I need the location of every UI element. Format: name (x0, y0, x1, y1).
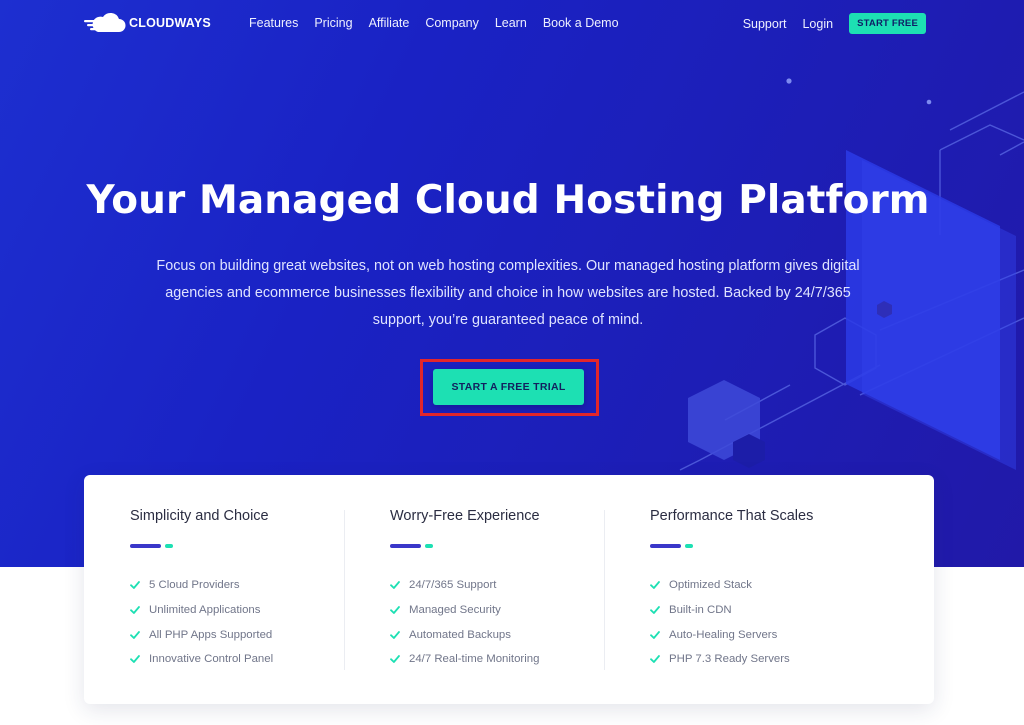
brand-logo[interactable]: CLOUDWAYS (84, 12, 211, 34)
feature-item-label: PHP 7.3 Ready Servers (669, 653, 790, 666)
list-item: Innovative Control Panel (130, 647, 273, 672)
check-icon (130, 655, 140, 664)
nav-link-pricing[interactable]: Pricing (314, 16, 352, 30)
check-icon (650, 630, 660, 639)
nav-link-company[interactable]: Company (425, 16, 479, 30)
login-link[interactable]: Login (802, 17, 833, 31)
nav-links: Features Pricing Affiliate Company Learn… (249, 16, 635, 30)
title-underline (130, 544, 161, 548)
nav-right: Support Login START FREE (743, 13, 926, 34)
feature-title: Worry-Free Experience (390, 508, 540, 524)
check-icon (390, 655, 400, 664)
feature-item-label: Auto-Healing Servers (669, 628, 778, 641)
feature-item-label: Built-in CDN (669, 604, 732, 617)
list-item: 24/7 Real-time Monitoring (390, 647, 539, 672)
feature-item-label: Managed Security (409, 604, 501, 617)
nav-link-learn[interactable]: Learn (495, 16, 527, 30)
start-free-button[interactable]: START FREE (849, 13, 926, 34)
nav-link-book-demo[interactable]: Book a Demo (543, 16, 619, 30)
column-divider (344, 510, 345, 670)
nav-link-features[interactable]: Features (249, 16, 298, 30)
feature-item-label: 24/7/365 Support (409, 579, 497, 592)
check-icon (130, 581, 140, 590)
list-item: Automated Backups (390, 622, 539, 647)
feature-title: Performance That Scales (650, 508, 814, 524)
list-item: Built-in CDN (650, 598, 790, 623)
check-icon (650, 581, 660, 590)
feature-item-label: All PHP Apps Supported (149, 628, 273, 641)
list-item: Managed Security (390, 598, 539, 623)
feature-item-label: 24/7 Real-time Monitoring (409, 653, 540, 666)
hero-title: Your Managed Cloud Hosting Platform (86, 178, 930, 223)
list-item: 24/7/365 Support (390, 573, 539, 598)
list-item: All PHP Apps Supported (130, 622, 273, 647)
list-item: 5 Cloud Providers (130, 573, 273, 598)
column-divider (604, 510, 605, 670)
list-item: Unlimited Applications (130, 598, 273, 623)
title-underline (650, 544, 681, 548)
feature-title: Simplicity and Choice (130, 508, 269, 524)
feature-item-label: 5 Cloud Providers (149, 579, 240, 592)
check-icon (650, 655, 660, 664)
title-underline-accent (685, 544, 693, 548)
check-icon (390, 630, 400, 639)
nav-link-affiliate[interactable]: Affiliate (369, 16, 410, 30)
check-icon (130, 630, 140, 639)
title-underline-accent (425, 544, 433, 548)
feature-item-label: Innovative Control Panel (149, 653, 274, 666)
features-card: Simplicity and Choice 5 Cloud Providers … (84, 475, 934, 704)
list-item: Optimized Stack (650, 573, 790, 598)
feature-item-label: Automated Backups (409, 628, 511, 641)
check-icon (650, 606, 660, 614)
title-underline (390, 544, 421, 548)
start-free-trial-button[interactable]: START A FREE TRIAL (433, 369, 584, 405)
list-item: Auto-Healing Servers (650, 622, 790, 647)
feature-list: Optimized Stack Built-in CDN Auto-Healin… (650, 573, 790, 672)
cloudways-logo-icon (84, 12, 126, 33)
title-underline-accent (165, 544, 173, 548)
list-item: PHP 7.3 Ready Servers (650, 647, 790, 672)
check-icon (390, 581, 400, 590)
check-icon (130, 606, 140, 614)
feature-list: 5 Cloud Providers Unlimited Applications… (130, 573, 273, 672)
feature-list: 24/7/365 Support Managed Security Automa… (390, 573, 539, 672)
hero-subtitle: Focus on building great websites, not on… (156, 258, 860, 328)
top-nav: CLOUDWAYS Features Pricing Affiliate Com… (0, 0, 1024, 48)
feature-item-label: Unlimited Applications (149, 604, 261, 617)
brand-name: CLOUDWAYS (129, 16, 211, 30)
check-icon (390, 606, 400, 614)
support-link[interactable]: Support (743, 17, 787, 31)
feature-item-label: Optimized Stack (669, 579, 752, 592)
